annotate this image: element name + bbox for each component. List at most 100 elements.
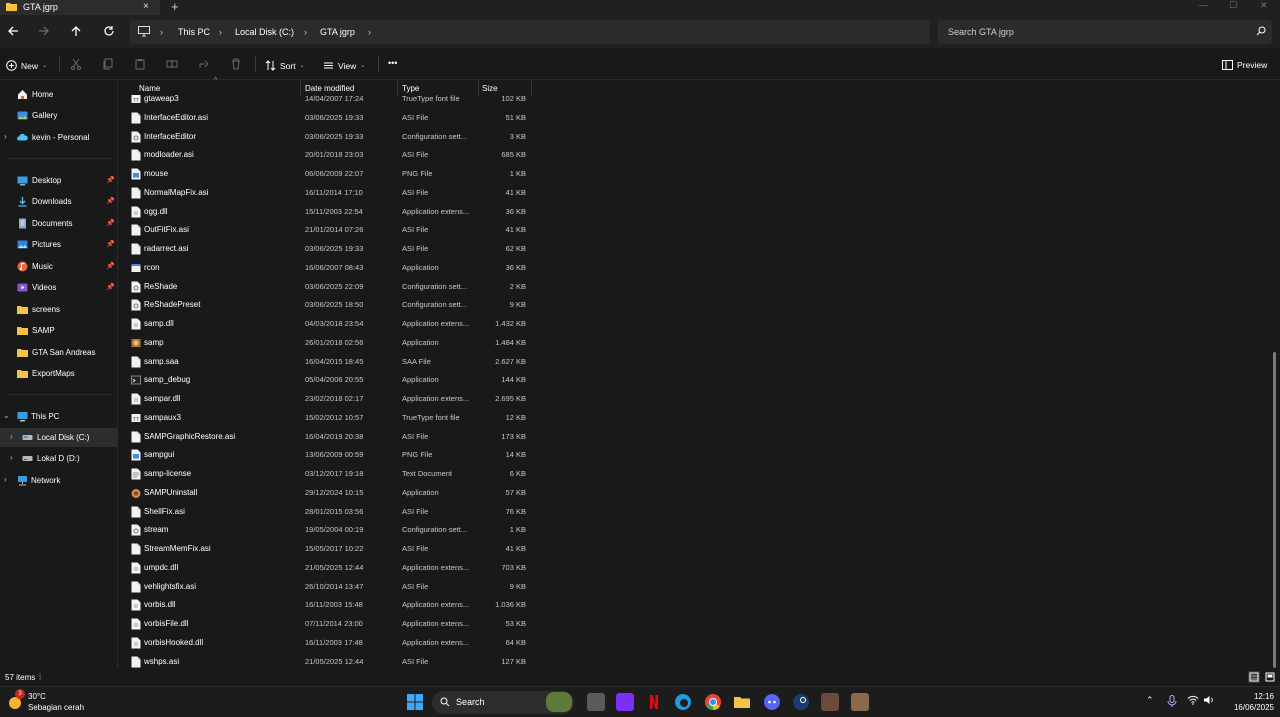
breadcrumb-this-pc[interactable]: This PC xyxy=(178,27,210,37)
samp-app-icon[interactable] xyxy=(851,693,869,711)
taskbar-clock[interactable]: 12:16 16/06/2025 xyxy=(1222,691,1274,713)
file-row[interactable]: rcon 16/06/2007 08:43 Application 36 KB xyxy=(120,259,540,277)
file-row[interactable]: vorbisHooked.dll 16/11/2003 17:48 Applicat… xyxy=(120,634,540,652)
pin-icon[interactable]: 📌 xyxy=(106,240,115,248)
minimize-button[interactable]: — xyxy=(1199,0,1208,10)
paste-icon[interactable] xyxy=(134,58,146,70)
file-row[interactable]: NormalMapFix.asi 16/11/2014 17:10 ASI File… xyxy=(120,184,540,202)
close-tab-icon[interactable]: × xyxy=(143,1,149,12)
sidebar-item-exportmaps[interactable]: ExportMaps xyxy=(0,364,117,383)
forward-arrow-icon[interactable] xyxy=(37,24,51,38)
file-row[interactable]: TT gtaweap3 14/04/2007 17:24 TrueType font … xyxy=(120,90,540,108)
file-row[interactable]: vehlightsfix.asi 26/10/2014 13:47 ASI File… xyxy=(120,578,540,596)
sidebar-item-home[interactable]: Home xyxy=(0,85,117,104)
taskbar-search-box[interactable]: Search xyxy=(432,691,574,714)
sidebar-item-downloads[interactable]: Downloads 📌 xyxy=(0,192,117,211)
file-row[interactable]: umpdc.dll 21/05/2025 12:44 Application ext… xyxy=(120,559,540,577)
preview-button[interactable]: Preview xyxy=(1222,60,1267,70)
pin-icon[interactable]: 📌 xyxy=(106,283,115,291)
show-hidden-icons-icon[interactable]: ⌃ xyxy=(1146,695,1154,706)
vertical-scrollbar[interactable] xyxy=(1273,352,1276,668)
file-row[interactable]: vorbisFile.dll 07/11/2014 23:00 Applicatio… xyxy=(120,615,540,633)
pin-icon[interactable]: 📌 xyxy=(106,262,115,270)
sidebar-item-gallery[interactable]: Gallery xyxy=(0,106,117,125)
address-bar[interactable]: › This PC › Local Disk (C:) › GTA jgrp › xyxy=(130,20,930,44)
file-row[interactable]: samp_debug 05/04/2006 20:55 Application 144… xyxy=(120,371,540,389)
close-window-button[interactable]: ✕ xyxy=(1260,0,1268,11)
file-row[interactable]: sampar.dll 23/02/2018 02:17 Application ex… xyxy=(120,390,540,408)
sidebar-item-videos[interactable]: Videos 📌 xyxy=(0,278,117,297)
cut-icon[interactable] xyxy=(70,58,82,70)
file-row[interactable]: sampgui 13/06/2009 00:59 PNG File 14 KB xyxy=(120,446,540,464)
steam-app-icon[interactable] xyxy=(792,693,810,711)
edge-browser-icon[interactable] xyxy=(674,693,692,711)
sidebar-item-onedrive[interactable]: › kevin - Personal xyxy=(0,128,117,147)
up-arrow-icon[interactable] xyxy=(69,24,83,38)
task-view-icon[interactable] xyxy=(587,693,605,711)
wifi-icon[interactable] xyxy=(1187,695,1199,705)
back-arrow-icon[interactable] xyxy=(6,24,20,38)
file-row[interactable]: ReShade 03/06/2025 22:09 Configuration set… xyxy=(120,278,540,296)
sidebar-item-screens[interactable]: screens xyxy=(0,300,117,319)
tiles-view-icon[interactable] xyxy=(1264,671,1276,683)
file-row[interactable]: ShellFix.asi 28/01/2015 03:56 ASI File 76 K… xyxy=(120,503,540,521)
game-app-icon[interactable] xyxy=(821,693,839,711)
sidebar-item-local-disk-c[interactable]: › Local Disk (C:) xyxy=(0,428,117,447)
windows-start-icon[interactable] xyxy=(406,693,424,711)
view-button[interactable]: View ⌄ xyxy=(323,60,365,71)
file-explorer-icon[interactable] xyxy=(733,693,751,711)
file-row[interactable]: OutFitFix.asi 21/01/2014 07:26 ASI File 41 … xyxy=(120,221,540,239)
sidebar-item-desktop[interactable]: Desktop 📌 xyxy=(0,171,117,190)
pin-icon[interactable]: 📌 xyxy=(106,197,115,205)
search-input[interactable]: Search GTA jgrp xyxy=(948,27,1014,37)
tab-gta-jgrp[interactable]: GTA jgrp × xyxy=(0,0,160,15)
file-row[interactable]: radarrect.asi 03/06/2025 19:33 ASI File 62 … xyxy=(120,240,540,258)
sidebar-item-pictures[interactable]: Pictures 📌 xyxy=(0,235,117,254)
refresh-icon[interactable] xyxy=(102,24,116,38)
file-row[interactable]: SAMPUninstall 29/12/2024 10:15 Application… xyxy=(120,484,540,502)
chevron-right-icon[interactable]: › xyxy=(10,432,13,441)
copy-icon[interactable] xyxy=(102,58,114,70)
breadcrumb-gta-jgrp[interactable]: GTA jgrp xyxy=(320,27,355,37)
new-tab-button[interactable]: + xyxy=(171,0,179,14)
file-row[interactable]: StreamMemFix.asi 15/05/2017 10:22 ASI File… xyxy=(120,540,540,558)
file-row[interactable]: SAMPGraphicRestore.asi 16/04/2019 20:38 AS… xyxy=(120,428,540,446)
file-row[interactable]: InterfaceEditor.asi 03/06/2025 19:33 ASI F… xyxy=(120,109,540,127)
rename-icon[interactable] xyxy=(166,58,178,70)
file-row[interactable]: samp-license 03/12/2017 19:18 Text Documen… xyxy=(120,465,540,483)
pin-icon[interactable]: 📌 xyxy=(106,176,115,184)
file-row[interactable]: wshps.asi 21/05/2025 12:44 ASI File 127 KB xyxy=(120,653,540,669)
chevron-down-icon[interactable]: ⌄ xyxy=(3,411,10,420)
sidebar-item-gta-san-andreas[interactable]: GTA San Andreas xyxy=(0,343,117,362)
file-row[interactable]: modloader.asi 20/01/2018 23:03 ASI File 685… xyxy=(120,146,540,164)
maximize-button[interactable]: ☐ xyxy=(1229,0,1237,11)
search-icon[interactable] xyxy=(1256,26,1266,36)
file-row[interactable]: samp 26/01/2018 02:56 Application 1.484 KB xyxy=(120,334,540,352)
sidebar-item-network[interactable]: › Network xyxy=(0,471,117,490)
file-row[interactable]: samp.dll 04/03/2018 23:54 Application exte… xyxy=(120,315,540,333)
file-row[interactable]: vorbis.dll 16/11/2003 15:48 Application ex… xyxy=(120,596,540,614)
sidebar-item-lokal-d[interactable]: › Lokal D (D:) xyxy=(0,449,117,468)
file-row[interactable]: mouse 06/06/2009 22:07 PNG File 1 KB xyxy=(120,165,540,183)
details-view-icon[interactable] xyxy=(1248,671,1260,683)
search-box[interactable]: Search GTA jgrp xyxy=(938,20,1272,44)
sort-button[interactable]: Sort ⌄ xyxy=(265,60,305,71)
volume-icon[interactable] xyxy=(1203,695,1215,705)
file-row[interactable]: TT sampaux3 15/02/2012 10:57 TrueType font … xyxy=(120,409,540,427)
pin-icon[interactable]: 📌 xyxy=(106,219,115,227)
chevron-right-icon[interactable]: › xyxy=(368,27,371,37)
more-options-button[interactable]: ••• xyxy=(388,58,397,68)
file-row[interactable]: stream 19/05/2004 00:19 Configuration sett… xyxy=(120,521,540,539)
chevron-right-icon[interactable]: › xyxy=(219,27,222,37)
sidebar-item-this-pc[interactable]: ⌄ This PC xyxy=(0,407,117,426)
sidebar-item-music[interactable]: Music 📌 xyxy=(0,257,117,276)
monitor-icon[interactable] xyxy=(138,26,150,37)
chevron-right-icon[interactable]: › xyxy=(4,475,7,484)
new-button[interactable]: New ⌄ xyxy=(6,60,47,71)
file-row[interactable]: InterfaceEditor 03/06/2025 19:33 Configura… xyxy=(120,128,540,146)
breadcrumb-local-disk[interactable]: Local Disk (C:) xyxy=(235,27,294,37)
delete-icon[interactable] xyxy=(230,58,242,70)
picsart-app-icon[interactable] xyxy=(616,693,634,711)
chevron-right-icon[interactable]: › xyxy=(304,27,307,37)
netflix-app-icon[interactable] xyxy=(645,693,663,711)
